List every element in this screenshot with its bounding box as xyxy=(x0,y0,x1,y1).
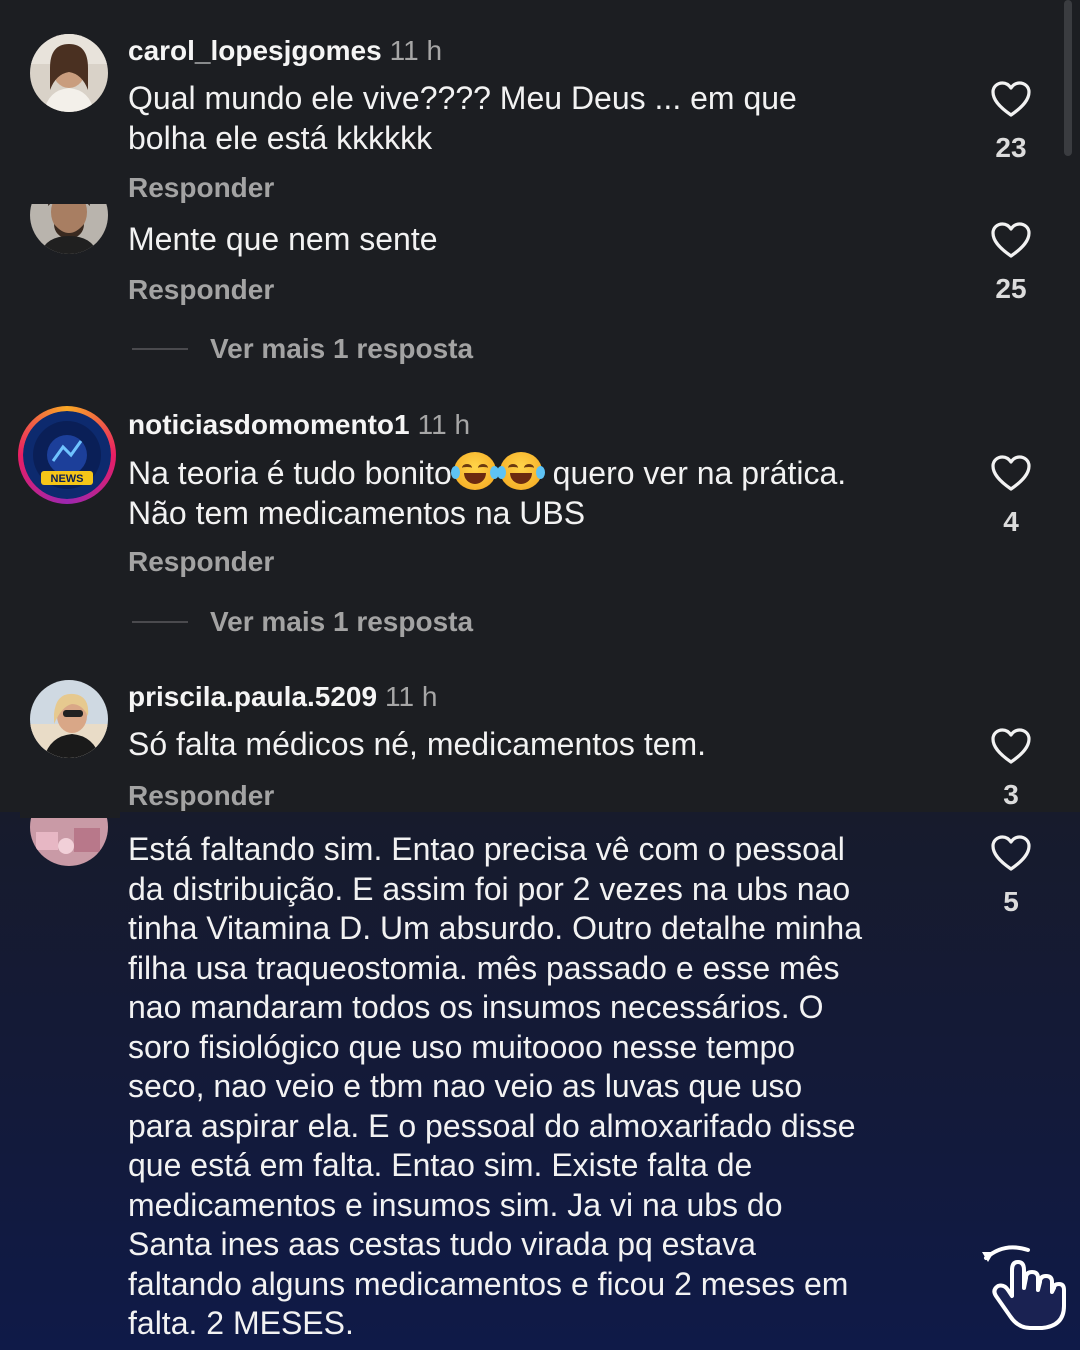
comment-text-line: Só falta médicos né, medicamentos tem. xyxy=(128,726,707,762)
comment-text-line: Está faltando sim. Entao precisa vê com … xyxy=(128,831,845,867)
like-button[interactable]: 4 xyxy=(986,454,1036,538)
like-count: 25 xyxy=(995,273,1027,304)
view-more-label: Ver mais 1 resposta xyxy=(210,333,474,364)
reply-button[interactable]: Responder xyxy=(128,172,274,204)
comment-text: Só falta médicos né, medicamentos tem. xyxy=(128,725,948,765)
comment-text-line: soro fisiológico que uso muitoooo nesse … xyxy=(128,1028,796,1065)
comment-text: Mente que nem sente xyxy=(128,220,948,260)
avatar-text: NEWS xyxy=(51,473,84,485)
comment-text-line: tinha Vitamina D. Um absurdo. Outro deta… xyxy=(128,910,863,946)
like-count: 4 xyxy=(1003,506,1019,537)
news-logo-icon: NEWS xyxy=(23,411,111,499)
comment-text: Na teoria é tudo bonito quero ver na prá… xyxy=(128,452,948,533)
like-count: 23 xyxy=(995,132,1027,163)
comment-meta: noticiasdomomento1 11 h xyxy=(128,409,470,441)
comment-text-line: nao mandaram todos os insumos necessário… xyxy=(128,989,824,1025)
comment-text-line: que está em falta. Entao sim. Existe fal… xyxy=(128,1147,753,1183)
timestamp: 11 h xyxy=(385,681,438,712)
comment-meta: carol_lopesjgomes 11 h xyxy=(128,35,442,67)
heart-outline-icon xyxy=(991,455,1031,491)
comment-text-line: medicamentos e insumos sim. Ja vi na ubs… xyxy=(128,1186,783,1223)
timestamp: 11 h xyxy=(389,35,443,66)
view-more-replies[interactable]: Ver mais 1 resposta xyxy=(132,602,473,642)
comment-text-line: Mente que nem sente xyxy=(128,221,438,257)
scrollbar[interactable] xyxy=(1064,0,1072,156)
avatar[interactable]: NEWS xyxy=(18,406,116,504)
overlap-mask xyxy=(20,770,120,818)
comment-text-line: Na teoria é tudo bonito quero ver na prá… xyxy=(128,452,948,494)
comment-text-line: Não tem medicamentos na UBS xyxy=(128,494,586,531)
comment-text-line: Qual mundo ele vive???? Meu Deus ... em … xyxy=(128,80,797,116)
divider xyxy=(132,621,188,623)
tap-hand-icon xyxy=(982,1245,1066,1330)
profile-photo-icon xyxy=(30,680,108,758)
heart-outline-icon xyxy=(991,835,1031,871)
view-more-replies[interactable]: Ver mais 1 resposta xyxy=(132,329,473,369)
username[interactable]: carol_lopesjgomes xyxy=(128,35,382,66)
heart-outline-icon xyxy=(991,222,1031,258)
like-button[interactable]: 25 xyxy=(986,221,1036,305)
like-count: 5 xyxy=(1003,886,1019,917)
like-button[interactable]: 23 xyxy=(986,80,1036,164)
username[interactable]: noticiasdomomento1 xyxy=(128,409,410,440)
comment-text-line: filha usa traqueostomia. mês passado e e… xyxy=(128,949,840,986)
view-more-label: Ver mais 1 resposta xyxy=(210,606,474,637)
avatar[interactable] xyxy=(30,34,108,112)
timestamp: 11 h xyxy=(417,409,471,440)
comment-text: Qual mundo ele vive???? Meu Deus ... em … xyxy=(128,79,948,158)
overlap-mask xyxy=(20,160,120,204)
comments-screen: carol_lopesjgomes 11 h Qual mundo ele viv… xyxy=(0,0,1080,1350)
username[interactable]: priscila.paula.5209 xyxy=(128,681,377,712)
like-button[interactable]: 3 xyxy=(986,727,1036,811)
comment-text: Está faltando sim. Entao precisa vê com … xyxy=(128,830,958,1344)
comment-meta: priscila.paula.5209 11 h xyxy=(128,681,437,713)
comment-text-line: Santa ines aas cestas tudo virada pq est… xyxy=(128,1226,756,1262)
laughing-emoji-icon xyxy=(450,452,499,490)
heart-outline-icon xyxy=(991,81,1031,117)
divider xyxy=(132,348,188,350)
like-button[interactable]: 5 xyxy=(986,834,1036,918)
comment-text-line: falta. 2 MESES. xyxy=(128,1305,354,1341)
reply-button[interactable]: Responder xyxy=(128,780,274,812)
comment-text-line: da distribuição. E assim foi por 2 vezes… xyxy=(128,870,851,907)
comment-text-line: bolha ele está kkkkkk xyxy=(128,119,433,156)
avatar[interactable] xyxy=(30,680,108,758)
comment-text-part: quero ver na prática. xyxy=(543,455,847,491)
reply-button[interactable]: Responder xyxy=(128,546,274,578)
laughing-emoji-icon xyxy=(496,452,545,490)
reply-button[interactable]: Responder xyxy=(128,274,274,306)
profile-photo-icon xyxy=(30,34,108,112)
comment-text-line: faltando alguns medicamentos e ficou 2 m… xyxy=(128,1265,849,1302)
comment-text-line: para aspirar ela. E o pessoal do almoxar… xyxy=(128,1107,856,1144)
heart-outline-icon xyxy=(991,728,1031,764)
comment-text-part: Na teoria é tudo bonito xyxy=(128,455,452,491)
comment-text-line: seco, nao veio e tbm nao veio as luvas q… xyxy=(128,1068,803,1104)
like-count: 3 xyxy=(1003,779,1019,810)
